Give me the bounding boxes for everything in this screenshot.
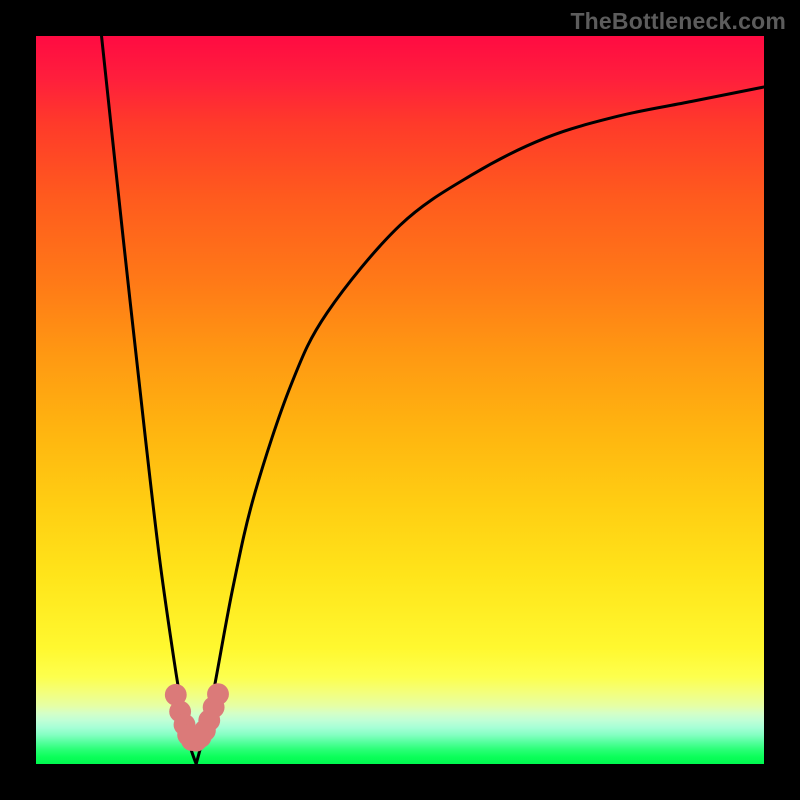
attribution-text: TheBottleneck.com <box>570 8 786 35</box>
curve-left <box>102 36 197 764</box>
data-point <box>207 683 229 705</box>
curve-right <box>196 87 764 764</box>
plot-area <box>36 36 764 764</box>
marker-cluster <box>165 683 229 751</box>
chart-overlay <box>36 36 764 764</box>
